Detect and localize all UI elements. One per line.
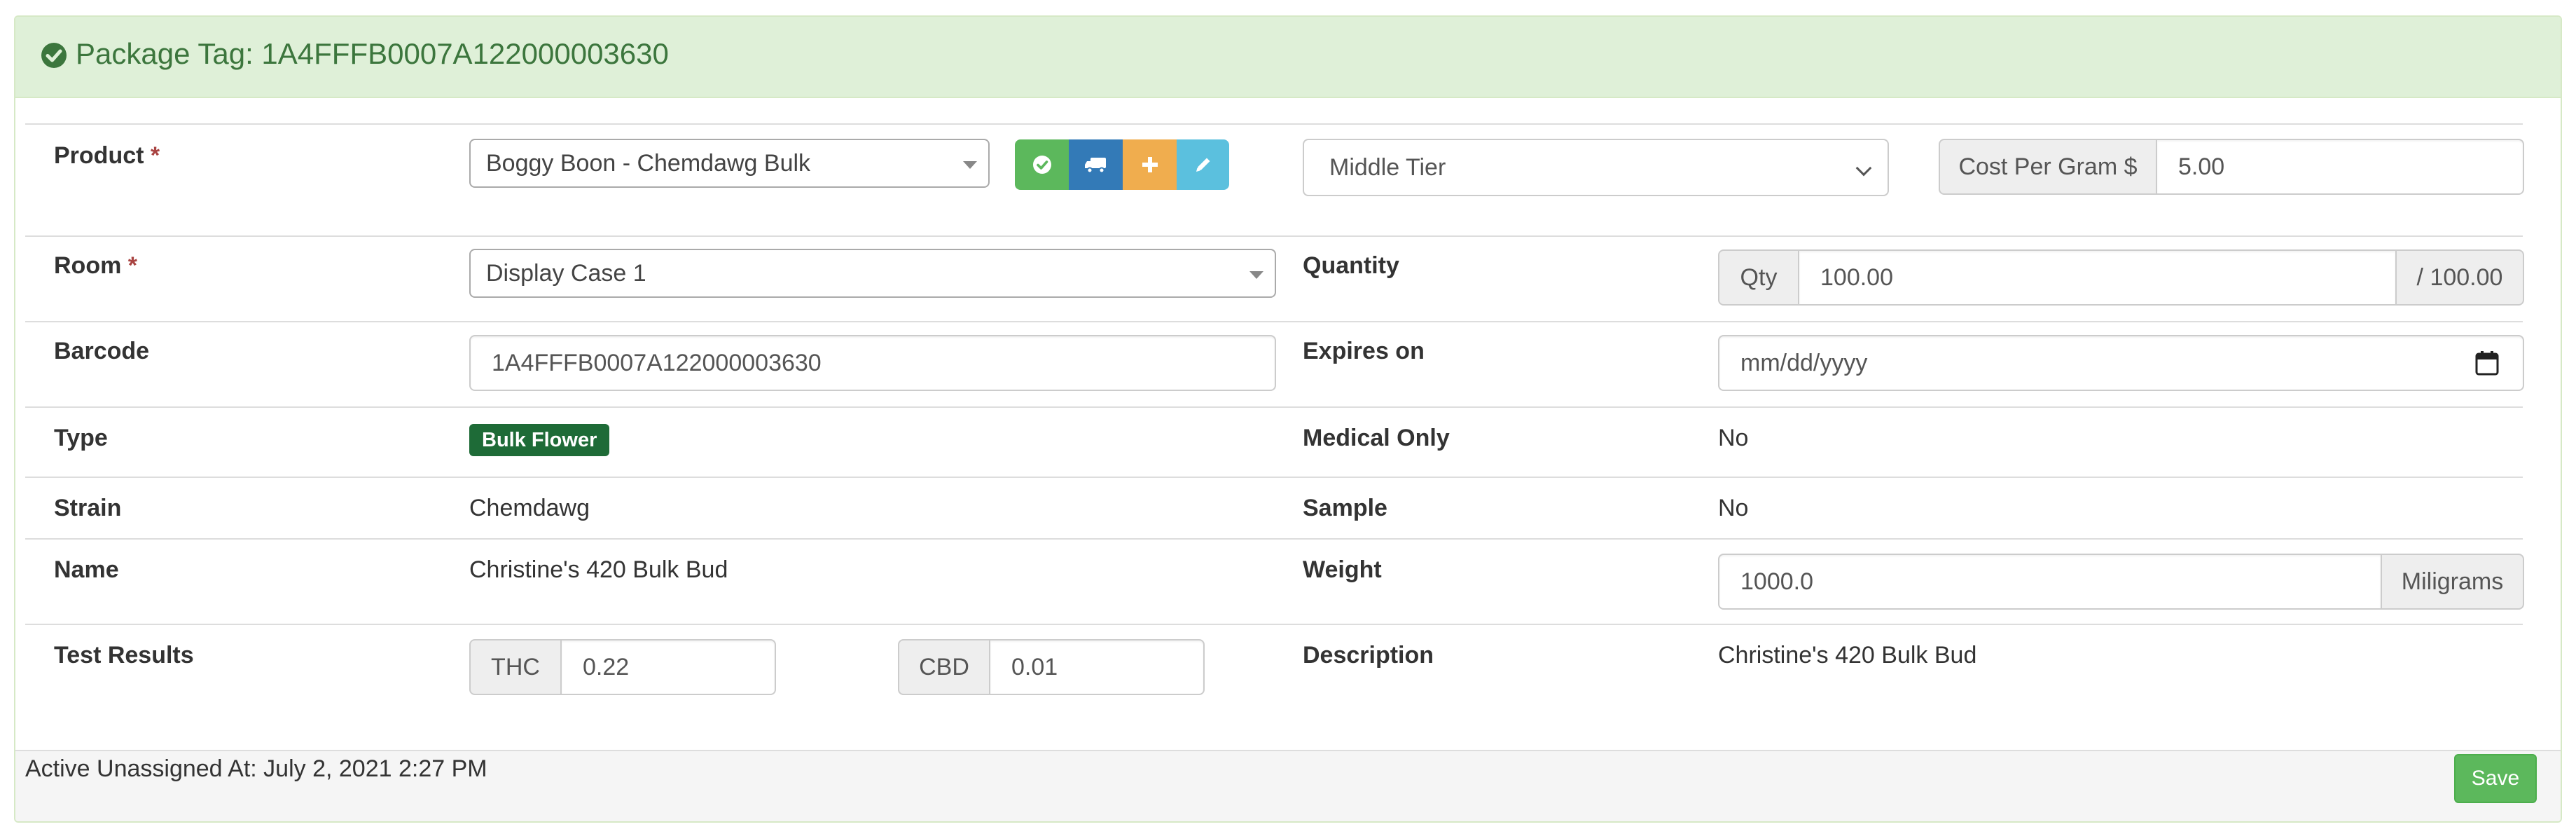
thc-input[interactable]: 0.22 — [560, 639, 776, 695]
chevron-down-icon — [1855, 160, 1872, 177]
type-label: Type — [54, 425, 108, 451]
name-label: Name — [54, 556, 119, 583]
barcode-label: Barcode — [54, 338, 150, 364]
barcode-input[interactable]: 1A4FFFB0007A122000003630 — [469, 335, 1276, 391]
row-divider — [25, 235, 2523, 237]
cbd-input[interactable]: 0.01 — [989, 639, 1205, 695]
cost-per-gram-addon: Cost Per Gram $ — [1939, 139, 2157, 195]
pencil-icon — [1196, 158, 1210, 172]
strain-value: Chemdawg — [469, 495, 590, 521]
product-label-text: Product — [54, 142, 144, 169]
description-value: Christine's 420 Bulk Bud — [1718, 642, 1977, 669]
calendar-icon[interactable] — [2475, 350, 2499, 376]
truck-icon — [1084, 158, 1106, 174]
row-divider — [25, 123, 2523, 125]
ship-product-button[interactable] — [1069, 139, 1123, 190]
row-divider — [25, 321, 2523, 322]
tier-select[interactable]: Middle Tier — [1303, 139, 1889, 196]
weight-input[interactable]: 1000.0 — [1718, 554, 2382, 610]
type-badge: Bulk Flower — [469, 424, 610, 456]
row-divider — [25, 406, 2523, 408]
panel-body — [15, 98, 2561, 750]
description-label: Description — [1303, 642, 1434, 669]
weight-unit-addon: Miligrams — [2381, 554, 2524, 610]
save-button[interactable]: Save — [2454, 754, 2537, 803]
qty-addon: Qty — [1718, 249, 1799, 306]
sample-label: Sample — [1303, 495, 1387, 521]
quantity-input[interactable]: 100.00 — [1798, 249, 2397, 306]
expires-date-input[interactable]: mm/dd/yyyy — [1718, 335, 2524, 391]
package-panel: Package Tag: 1A4FFFB0007A122000003630 — [14, 15, 2562, 823]
row-divider — [25, 538, 2523, 540]
edit-product-button[interactable] — [1177, 139, 1229, 190]
chevron-down-icon — [1249, 271, 1263, 279]
product-action-buttons — [1015, 139, 1229, 190]
panel-heading: Package Tag: 1A4FFFB0007A122000003630 — [15, 17, 2561, 98]
expires-label: Expires on — [1303, 338, 1425, 364]
quantity-max-addon: / 100.00 — [2395, 249, 2524, 306]
confirm-product-button[interactable] — [1015, 139, 1069, 190]
room-label: Room * — [54, 252, 137, 280]
status-text: Active Unassigned At: July 2, 2021 2:27 … — [25, 755, 487, 782]
quantity-label: Quantity — [1303, 252, 1399, 279]
check-circle-icon — [1032, 156, 1051, 174]
strain-label: Strain — [54, 495, 122, 521]
room-select[interactable]: Display Case 1 — [469, 249, 1276, 298]
add-product-button[interactable] — [1123, 139, 1177, 190]
check-circle-icon — [41, 43, 67, 68]
name-value: Christine's 420 Bulk Bud — [469, 556, 728, 583]
chevron-down-icon — [963, 161, 977, 169]
room-label-text: Room — [54, 252, 122, 279]
sample-value: No — [1718, 495, 1749, 521]
medical-only-value: No — [1718, 425, 1749, 451]
page-title: Package Tag: 1A4FFFB0007A122000003630 — [76, 37, 669, 70]
product-select[interactable]: Boggy Boon - Chemdawg Bulk — [469, 139, 990, 188]
weight-label: Weight — [1303, 556, 1382, 583]
cbd-addon: CBD — [898, 639, 990, 695]
required-mark: * — [127, 252, 138, 279]
test-results-label: Test Results — [54, 642, 194, 669]
tier-select-value: Middle Tier — [1329, 154, 1446, 181]
required-mark: * — [150, 142, 160, 169]
cost-per-gram-input[interactable]: 5.00 — [2156, 139, 2524, 195]
product-label: Product * — [54, 142, 160, 170]
row-divider — [25, 477, 2523, 478]
room-select-value: Display Case 1 — [486, 260, 646, 287]
product-select-value: Boggy Boon - Chemdawg Bulk — [486, 150, 811, 177]
plus-icon — [1142, 157, 1158, 172]
thc-addon: THC — [469, 639, 562, 695]
expires-placeholder: mm/dd/yyyy — [1740, 350, 1868, 376]
row-divider — [25, 624, 2523, 625]
medical-only-label: Medical Only — [1303, 425, 1450, 451]
